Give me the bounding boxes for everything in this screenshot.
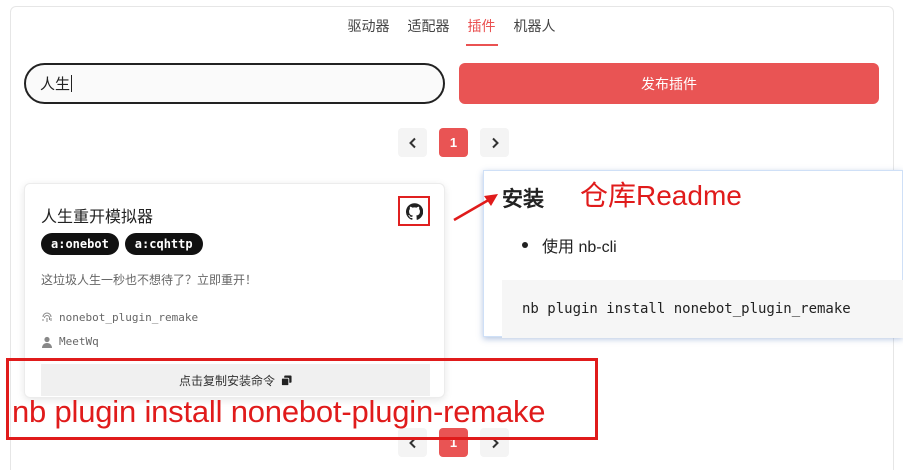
- text-caret: [71, 75, 73, 92]
- github-icon: [405, 202, 423, 220]
- publish-plugin-button[interactable]: 发布插件: [459, 63, 879, 104]
- page: 驱动器 适配器 插件 机器人 人生 发布插件 1 人生重开模拟器 a:onebo…: [0, 0, 903, 470]
- prev-page-button[interactable]: [398, 128, 427, 157]
- user-icon: [42, 336, 52, 348]
- readme-bullet-text: 使用 nb-cli: [542, 239, 617, 256]
- tab-drivers[interactable]: 驱动器: [346, 18, 392, 46]
- tag-onebot: a:onebot: [41, 233, 119, 255]
- plugin-description: 这垃圾人生一秒也不想待了？立即重开！: [41, 273, 258, 287]
- repo-link-button[interactable]: [398, 196, 430, 226]
- next-page-button[interactable]: [480, 128, 509, 157]
- bullet-dot: [522, 242, 528, 248]
- tab-bots[interactable]: 机器人: [512, 18, 558, 46]
- tab-adapters[interactable]: 适配器: [406, 18, 452, 46]
- annotation-readme-label: 仓库Readme: [580, 180, 742, 211]
- annotation-arrow: [453, 194, 498, 222]
- annotation-install-command: nb plugin install nonebot-plugin-remake: [12, 394, 546, 429]
- search-input-value: 人生: [40, 76, 71, 93]
- readme-code-block: nb plugin install nonebot_plugin_remake: [502, 280, 903, 338]
- plugin-title: 人生重开模拟器: [41, 209, 154, 226]
- tag-cqhttp: a:cqhttp: [124, 233, 203, 255]
- search-input[interactable]: 人生: [24, 63, 445, 104]
- module-name-row: nonebot_plugin_remake: [41, 311, 198, 324]
- chevron-left-icon: [408, 137, 416, 148]
- page-number-current[interactable]: 1: [439, 128, 468, 157]
- readme-heading: 安装: [502, 188, 544, 211]
- module-name: nonebot_plugin_remake: [59, 311, 199, 324]
- author-row: MeetWq: [41, 335, 99, 348]
- author-name: MeetWq: [59, 335, 99, 348]
- tab-plugins[interactable]: 插件: [465, 18, 498, 46]
- fingerprint-icon: [42, 312, 52, 322]
- chevron-right-icon: [491, 137, 499, 148]
- tag-list: a:onebot a:cqhttp: [41, 233, 203, 255]
- pagination-top: 1: [398, 128, 509, 157]
- readme-bullet-item: 使用 nb-cli: [522, 233, 617, 257]
- store-tabs: 驱动器 适配器 插件 机器人: [0, 18, 903, 46]
